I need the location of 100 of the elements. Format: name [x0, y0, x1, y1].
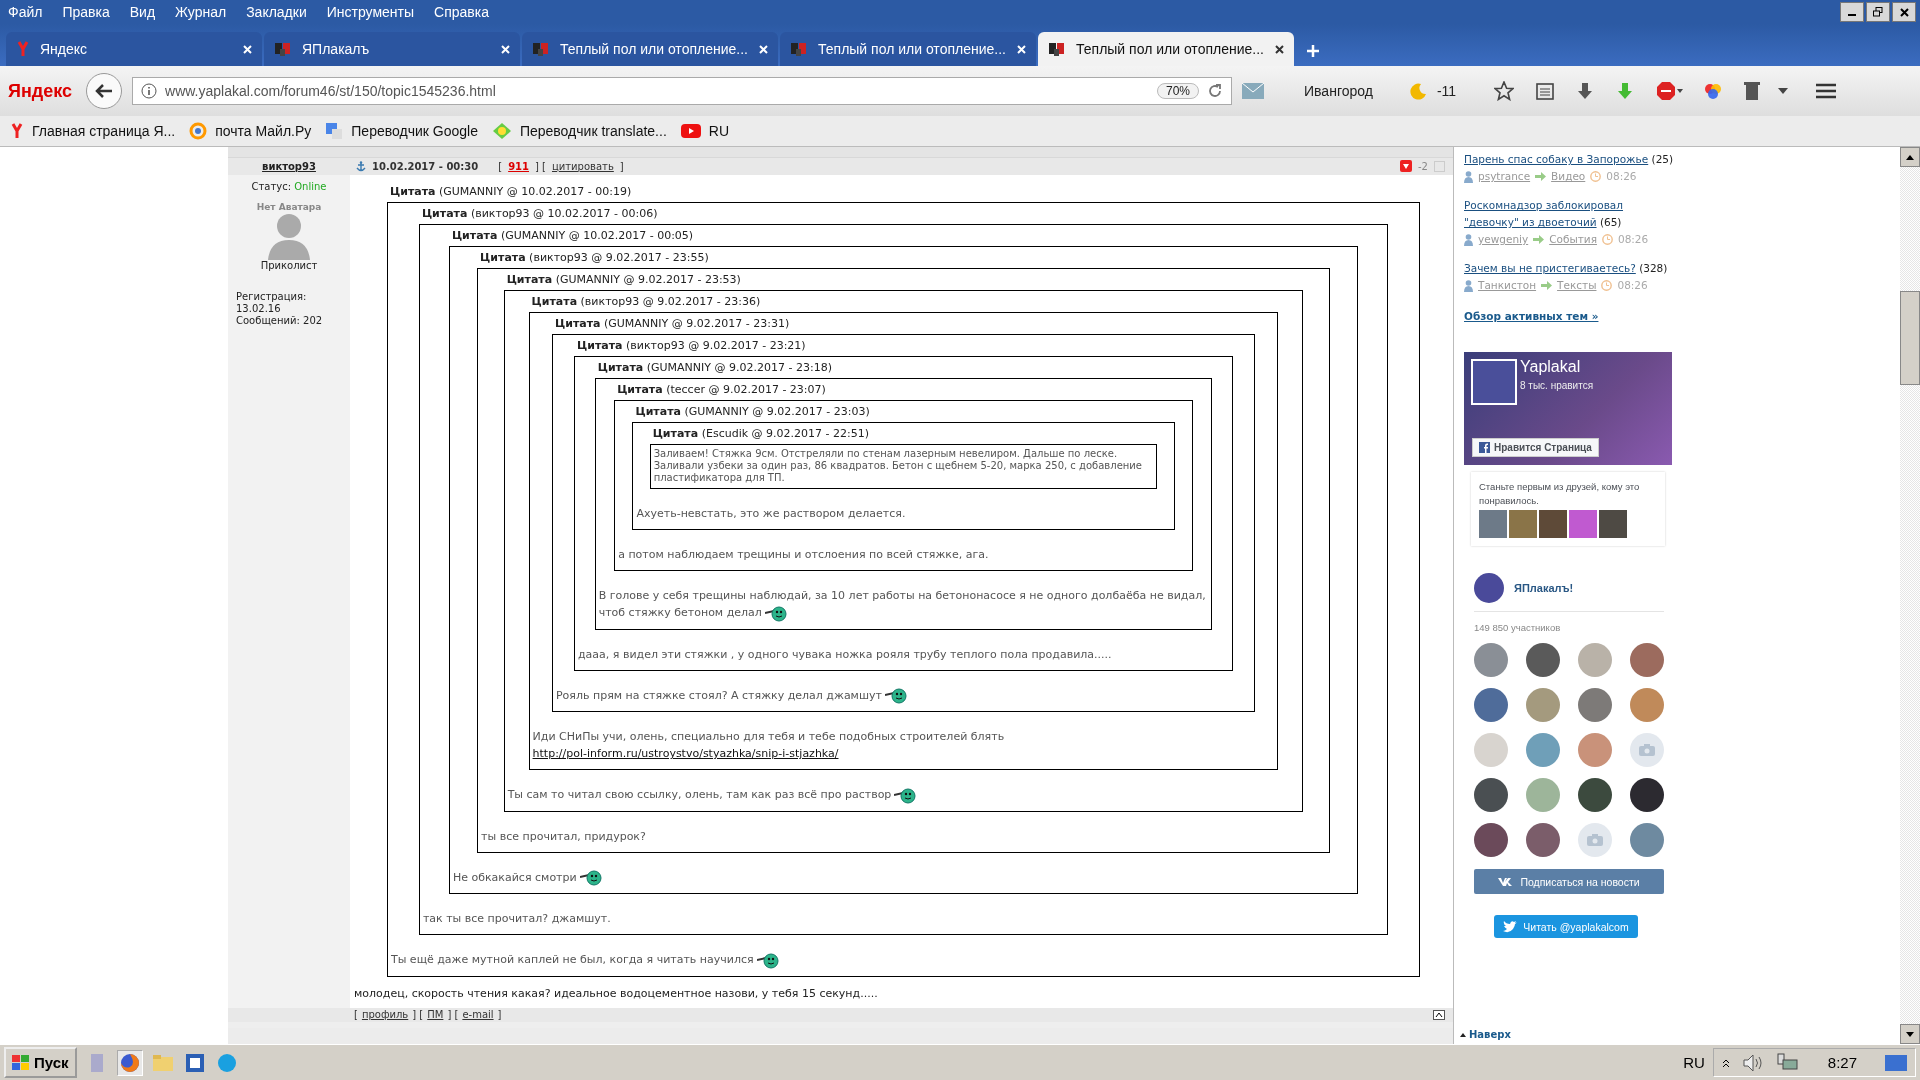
close-button[interactable] — [1892, 2, 1916, 22]
site-icon — [274, 41, 292, 57]
site-icon — [1048, 41, 1066, 57]
facebook-icon — [1479, 442, 1490, 453]
trash-icon[interactable] — [1744, 81, 1761, 101]
browser-tab[interactable]: Теплый пол или отопление... — [522, 32, 778, 66]
address-bar[interactable]: www.yaplakal.com/forum46/st/150/topic1545236.html 70% — [132, 77, 1233, 105]
page-name[interactable]: Yaplakal — [1520, 358, 1581, 376]
city-label[interactable]: Ивангород — [1304, 83, 1373, 99]
triangle-up-icon — [1460, 1032, 1466, 1037]
profile-link[interactable]: ПМ — [427, 1009, 444, 1021]
url-link[interactable]: http://pol-inform.ru/ustroystvo/styazhka/snip-i-stjazhka/ — [532, 747, 839, 761]
menu-item[interactable]: Инструменты — [326, 4, 415, 20]
network-icon[interactable] — [1775, 1052, 1798, 1073]
quote-header: Цитата (GUMANNIY @ 9.02.2017 - 23:18) — [596, 360, 833, 377]
post-number-link[interactable]: 911 — [508, 160, 529, 172]
list-icon[interactable] — [1536, 82, 1555, 100]
reply-text: Не обкакайся смотри — [452, 870, 577, 884]
browser-tab[interactable]: Теплый пол или отопление... — [1038, 32, 1294, 66]
arrow-left-icon — [95, 83, 114, 99]
show-desktop-icon[interactable] — [1885, 1054, 1907, 1071]
reply-text: ты все прочитал, придурок? — [481, 829, 646, 843]
bookmark-link[interactable]: почта Майл.Ру — [215, 123, 312, 139]
quote-header: Цитата (GUMANNIY @ 10.02.2017 - 00:05) — [450, 228, 695, 245]
caret-icon[interactable] — [1778, 88, 1789, 94]
member-avatar[interactable] — [1526, 643, 1560, 677]
browser-icon[interactable] — [119, 1052, 140, 1073]
reload-icon[interactable] — [1207, 83, 1224, 99]
plus-icon[interactable] — [1306, 44, 1320, 58]
member-avatar[interactable] — [1474, 778, 1508, 812]
menu-item[interactable]: Вид — [129, 4, 156, 20]
topic-link[interactable]: Роскомнадзор заблокировал "девочку" из двоеточий (65) — [1464, 197, 1679, 231]
bird-icon — [1503, 920, 1518, 933]
topic-link[interactable]: Парень спас собаку в Запорожье (25) — [1464, 151, 1679, 168]
zoom-badge[interactable]: 70% — [1157, 83, 1200, 99]
member-avatar[interactable] — [1578, 778, 1612, 812]
post-date: 10.02.2017 - 00:30 — [372, 160, 479, 172]
reply-text: Иди СНиПы учи, олень, специально для тебя и тебе подобных строителей блять http://pol-inform.ru/ustroystvo/styazhka/snip-i-stjazhka/ — [532, 730, 1005, 761]
bookmark-link[interactable]: Главная страница Я... — [32, 123, 176, 139]
rating-icon[interactable] — [1400, 160, 1412, 173]
brand-logo[interactable]: Яндекс — [8, 80, 73, 102]
tab-title: Теплый пол или отопление... — [818, 41, 1007, 57]
profile-link[interactable]: профиль — [361, 1009, 409, 1021]
menu-item[interactable]: Правка — [62, 4, 110, 20]
quote-header: Цитата (GUMANNIY @ 9.02.2017 - 23:31) — [553, 316, 791, 333]
bookmark-link[interactable]: Переводчик Google — [351, 123, 478, 139]
browser-tab[interactable]: Яндекс — [6, 32, 262, 66]
adblock-icon[interactable] — [1656, 81, 1685, 101]
color-dots-icon[interactable] — [1704, 82, 1723, 100]
logo-icon — [16, 41, 30, 57]
browser-tab[interactable]: ЯПлакалъ — [264, 32, 520, 66]
play-icon — [680, 124, 701, 138]
arrow-up-icon[interactable] — [1906, 154, 1914, 160]
speaker-icon[interactable] — [1741, 1052, 1764, 1073]
like-button[interactable]: Нравится Страница — [1472, 438, 1599, 457]
document-icon[interactable] — [185, 1053, 204, 1072]
menu-item[interactable]: Журнал — [175, 4, 227, 20]
menu-item[interactable]: Закладки — [246, 4, 307, 20]
group-logo[interactable] — [1474, 573, 1504, 603]
scroll-thumb[interactable] — [1900, 291, 1920, 385]
back-button[interactable] — [86, 73, 123, 109]
member-avatar[interactable] — [1474, 823, 1508, 857]
arrow-down-icon[interactable] — [1906, 1031, 1914, 1037]
menu-icon[interactable] — [1816, 83, 1837, 99]
group-name[interactable]: ЯПлакалъ! — [1514, 582, 1574, 594]
subscribe-button[interactable]: Подписаться на новости — [1474, 869, 1664, 894]
star-icon[interactable] — [1494, 81, 1515, 101]
chevron-up-icon[interactable] — [1721, 1057, 1730, 1068]
minimize-button[interactable] — [1840, 2, 1864, 22]
bracket-text: [ — [354, 1009, 358, 1021]
menu-item[interactable]: Справка — [434, 4, 489, 20]
bracket-text: ] [ — [412, 1009, 424, 1021]
close-icon — [1899, 7, 1909, 17]
bracket-text: [ — [498, 160, 503, 172]
back-to-top-link[interactable]: Наверх — [1460, 1029, 1511, 1040]
temperature-label: -11 — [1436, 83, 1457, 99]
topic-time: 08:26 — [1606, 169, 1637, 184]
topic-link[interactable]: Зачем вы не пристегиваетесь? (328) — [1464, 260, 1679, 277]
language-indicator[interactable]: RU — [1683, 1054, 1705, 1071]
menu-item[interactable]: Файл — [8, 4, 43, 20]
quote-link[interactable]: цитировать — [552, 160, 614, 172]
clock-icon — [1601, 234, 1613, 245]
member-avatar[interactable] — [1630, 778, 1664, 812]
quote-header: Цитата (GUMANNIY @ 10.02.2017 - 00:19) — [388, 184, 633, 201]
author-link[interactable]: виктор93 — [262, 160, 316, 172]
bookmark-link[interactable]: RU — [708, 123, 729, 139]
restore-button[interactable] — [1866, 2, 1890, 22]
anchor-icon[interactable] — [356, 160, 366, 172]
download-icon[interactable] — [1576, 82, 1595, 100]
start-button[interactable]: Пуск — [4, 1047, 77, 1078]
friends-prompt: Станьте первым из друзей, кому это понравилось. — [1479, 480, 1641, 508]
quote-header: Цитата (Escudik @ 9.02.2017 - 22:51) — [651, 426, 870, 443]
quoted-text: Заливаем! Стяжка 9см. Отстреляли по стенам лазерным невелиром. Дальше по леске. Заливали узбеки за один раз, 86 квадратов. Бетон с щебнем 5-20, марка 250, с добавление пластификатора для ТП. — [652, 447, 1143, 486]
active-topics-link[interactable]: Обзор активных тем » — [1464, 310, 1900, 322]
profile-link[interactable]: e-mail — [462, 1009, 494, 1021]
close-icon[interactable] — [1275, 44, 1284, 54]
scroll-up-icon[interactable] — [1433, 1009, 1445, 1020]
browser-tab[interactable]: Теплый пол или отопление... — [780, 32, 1036, 66]
scrollbar[interactable] — [1900, 147, 1920, 1044]
bookmark-link[interactable]: Переводчик translate... — [519, 123, 667, 139]
